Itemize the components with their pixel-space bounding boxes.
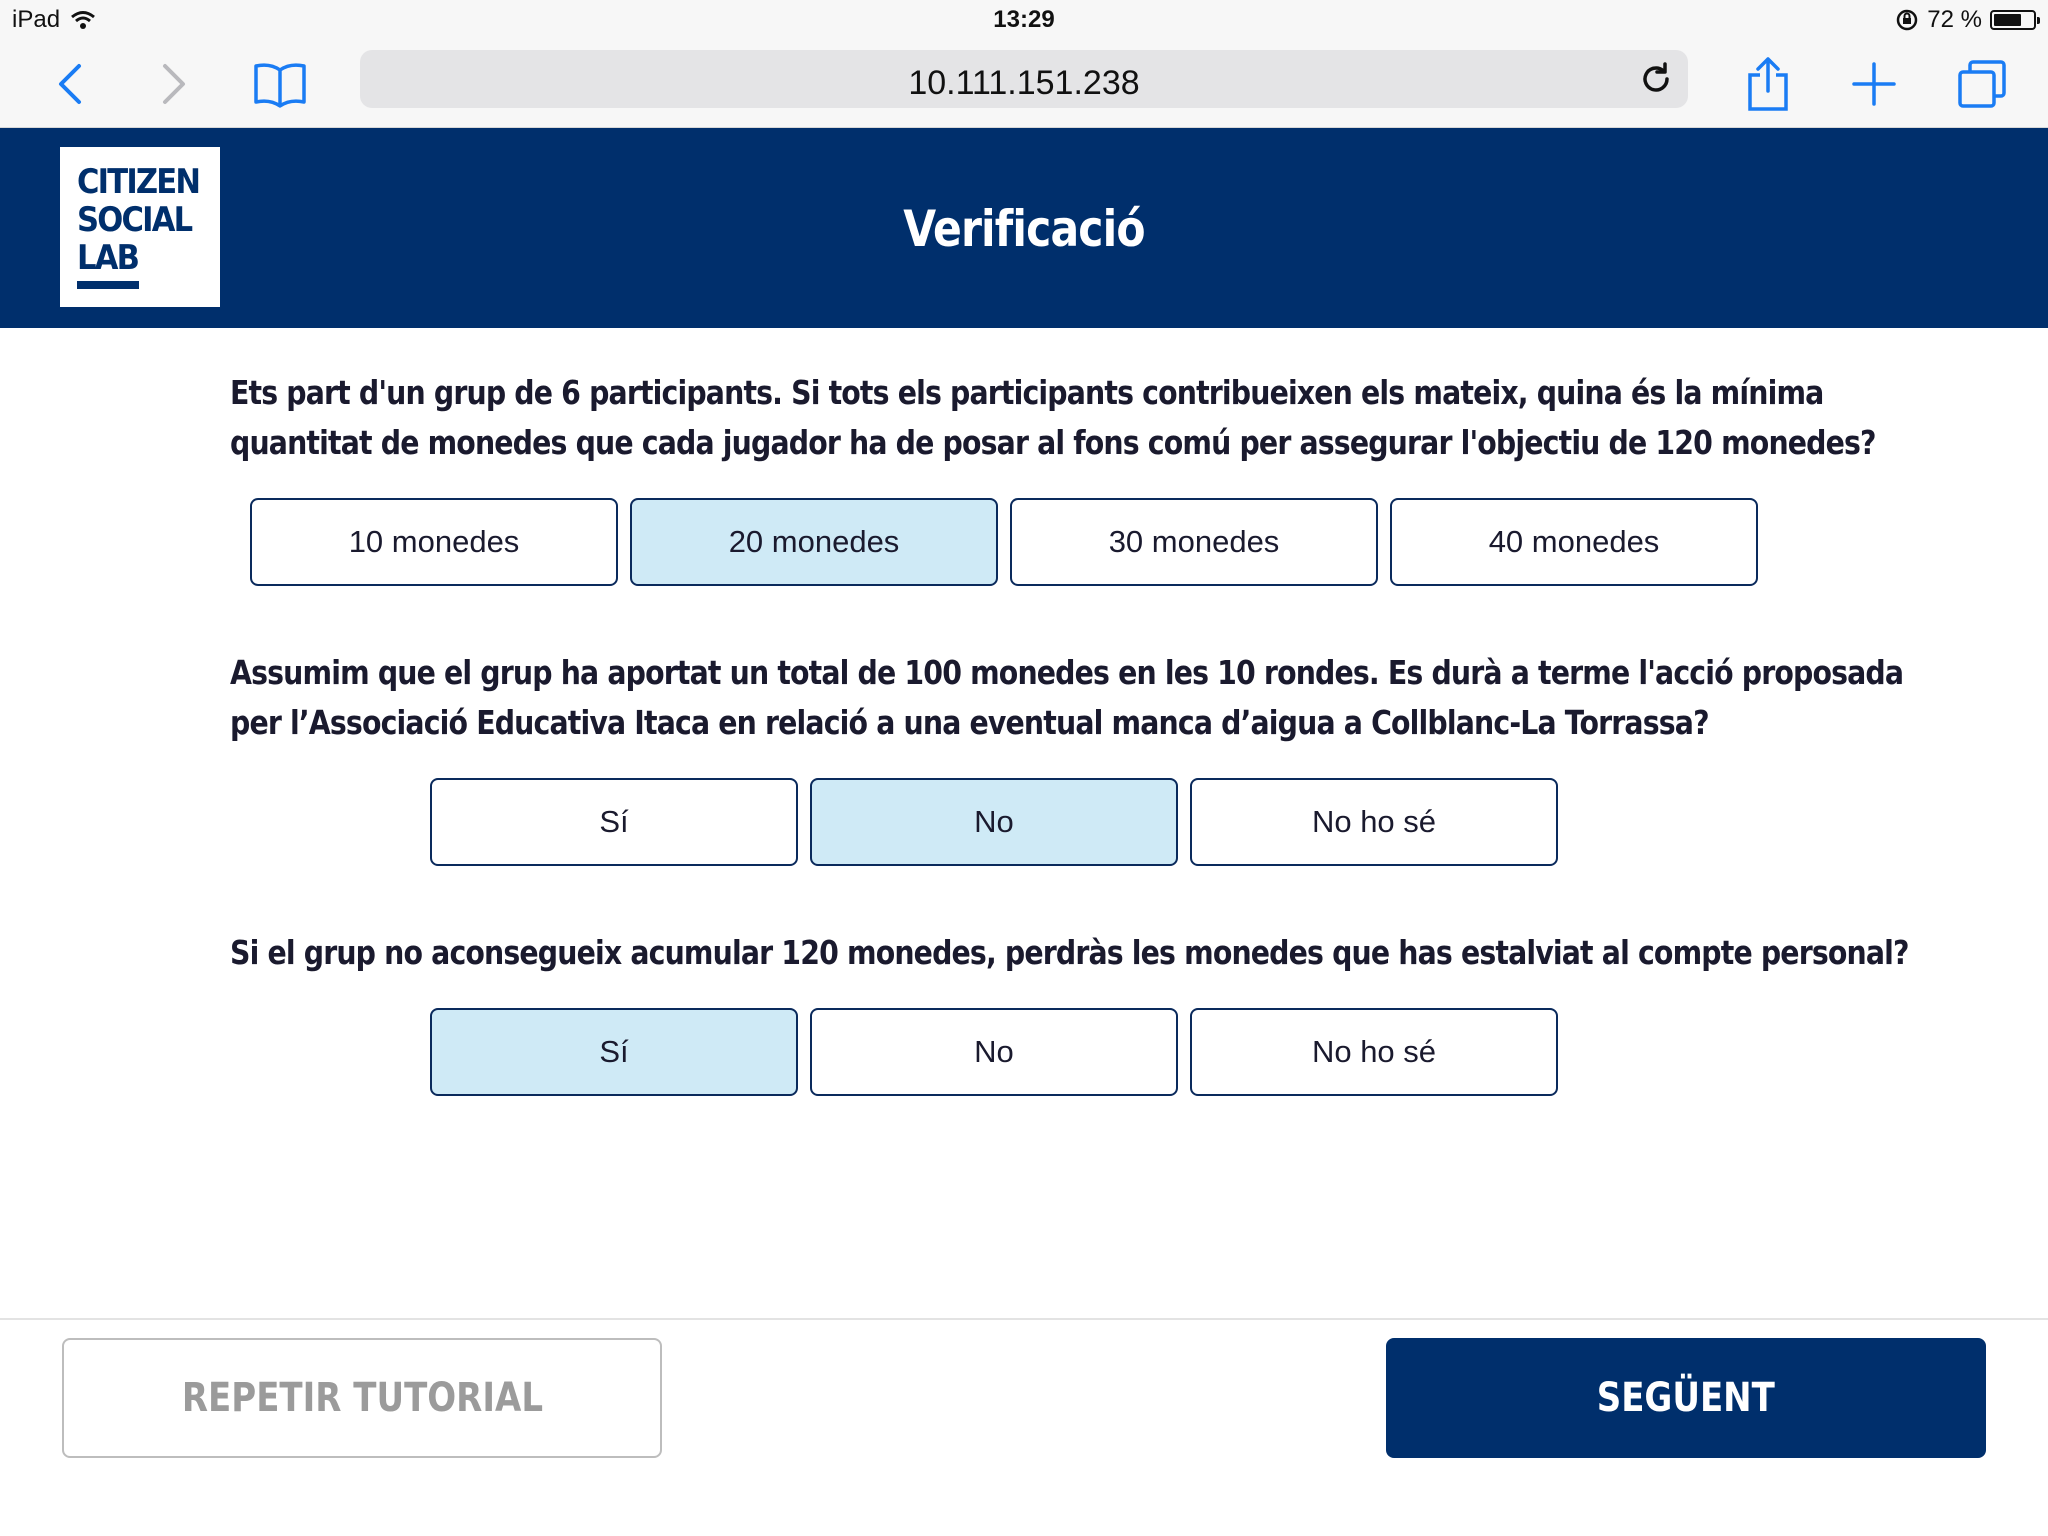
option-10-monedes[interactable]: 10 monedes: [250, 498, 618, 586]
status-right: 72 %: [1895, 6, 2040, 34]
logo-line: CITIZEN: [77, 162, 201, 202]
app-header: CITIZEN SOCIAL LAB Verificació: [0, 128, 2048, 328]
next-button[interactable]: SEGÜENT: [1386, 1338, 1986, 1458]
option-no-ho-se[interactable]: No ho sé: [1190, 1008, 1558, 1096]
repeat-tutorial-button[interactable]: REPETIR TUTORIAL: [62, 1338, 662, 1458]
question-line: quantitat de monedes que cada jugador ha…: [230, 423, 1877, 462]
question-2-options: Sí No No ho sé: [430, 778, 1558, 866]
option-40-monedes[interactable]: 40 monedes: [1390, 498, 1758, 586]
new-tab-icon: [1852, 62, 1896, 106]
new-tab-button[interactable]: [1842, 52, 1906, 116]
battery-percent: 72 %: [1927, 6, 1982, 33]
question-1-options: 10 monedes 20 monedes 30 monedes 40 mone…: [250, 498, 1758, 586]
rotation-lock-icon: [1897, 9, 1918, 31]
repeat-tutorial-label: REPETIR TUTORIAL: [181, 1375, 543, 1421]
tabs-button[interactable]: [1950, 52, 2014, 116]
option-no[interactable]: No: [810, 778, 1178, 866]
back-button[interactable]: [38, 52, 102, 116]
tabs-icon: [1958, 60, 2006, 108]
question-3-text: Si el grup no aconsegueix acumular 120 m…: [230, 928, 1909, 978]
question-1-text: Ets part d'un grup de 6 participants. Si…: [230, 368, 1877, 468]
logo-underline: [77, 281, 139, 289]
question-2-text: Assumim que el grup ha aportat un total …: [230, 648, 1904, 748]
question-line: Assumim que el grup ha aportat un total …: [230, 653, 1904, 692]
option-20-monedes[interactable]: 20 monedes: [630, 498, 998, 586]
reload-icon[interactable]: [1638, 61, 1674, 97]
battery-fill: [1994, 14, 2022, 26]
forward-icon: [163, 64, 185, 104]
share-button[interactable]: [1736, 52, 1800, 116]
bookmarks-icon: [254, 63, 306, 108]
battery-icon: [1990, 10, 2040, 30]
share-icon: [1748, 57, 1788, 111]
forward-button[interactable]: [142, 52, 206, 116]
question-line: per l’Associació Educativa Itaca en rela…: [230, 703, 1710, 742]
question-3-options: Sí No No ho sé: [430, 1008, 1558, 1096]
question-line: Ets part d'un grup de 6 participants. Si…: [230, 373, 1824, 412]
page-title: Verificació: [903, 200, 1145, 258]
status-bar: iPad 13:29 72 %: [0, 0, 2048, 40]
option-no-ho-se[interactable]: No ho sé: [1190, 778, 1558, 866]
next-label: SEGÜENT: [1596, 1375, 1776, 1421]
option-si[interactable]: Sí: [430, 1008, 798, 1096]
url-text: 10.111.151.238: [908, 64, 1140, 102]
option-no[interactable]: No: [810, 1008, 1178, 1096]
question-line: Si el grup no aconsegueix acumular 120 m…: [230, 933, 1909, 972]
browser-toolbar: 10.111.151.238: [0, 40, 2048, 128]
clock: 13:29: [993, 6, 1055, 33]
back-icon: [59, 64, 81, 104]
bookmarks-button[interactable]: [248, 52, 312, 116]
option-30-monedes[interactable]: 30 monedes: [1010, 498, 1378, 586]
option-si[interactable]: Sí: [430, 778, 798, 866]
address-bar[interactable]: 10.111.151.238: [360, 50, 1688, 108]
footer-divider: [0, 1318, 2048, 1320]
